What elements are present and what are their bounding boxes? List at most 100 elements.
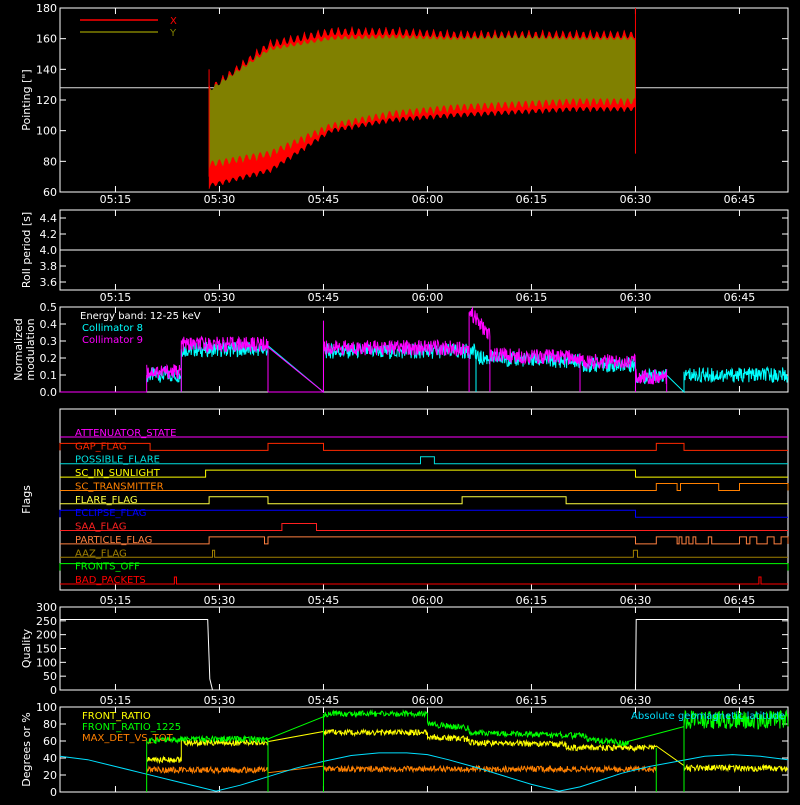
time-tick-label: 05:30 bbox=[204, 291, 236, 304]
y-tick-label: 3.8 bbox=[40, 260, 58, 273]
flag-line-bad-packets bbox=[60, 576, 788, 585]
y-tick-label: 0.1 bbox=[40, 369, 58, 382]
y-tick-label: 0.5 bbox=[40, 301, 58, 314]
y-tick-label: 60 bbox=[43, 735, 57, 748]
flag-line-particle-flag bbox=[60, 536, 789, 545]
legend-front-ratio-1225: FRONT_RATIO_1225 bbox=[82, 722, 181, 733]
time-tick-label: 06:45 bbox=[724, 694, 756, 707]
modulation-ylabel-2: modulation bbox=[24, 318, 37, 380]
time-tick-label: 06:00 bbox=[412, 594, 444, 607]
flag-label-saa-flag: SAA_FLAG bbox=[75, 522, 126, 533]
time-tick-label: 05:15 bbox=[100, 694, 132, 707]
flag-line-saa-flag bbox=[60, 523, 788, 531]
y-tick-label: 3.6 bbox=[40, 276, 58, 289]
time-tick-label: 05:45 bbox=[308, 594, 340, 607]
y-tick-label: 180 bbox=[36, 2, 57, 15]
y-tick-label: 40 bbox=[43, 752, 57, 765]
y-tick-label: 20 bbox=[43, 769, 57, 782]
y-tick-label: 140 bbox=[36, 63, 57, 76]
flag-line-flare-flag bbox=[60, 496, 788, 505]
modulation-series-2 bbox=[146, 307, 668, 394]
y-tick-label: 0.3 bbox=[40, 335, 58, 348]
time-tick-label: 06:15 bbox=[516, 594, 548, 607]
y-tick-label: 100 bbox=[36, 125, 57, 138]
flag-label-eclipse-flag: ECLIPSE_FLAG bbox=[75, 508, 146, 519]
time-tick-label: 06:30 bbox=[620, 594, 652, 607]
y-tick-label: 0 bbox=[50, 684, 57, 697]
time-tick-label: 06:45 bbox=[724, 291, 756, 304]
time-tick-label: 06:00 bbox=[412, 291, 444, 304]
y-tick-label: 300 bbox=[36, 601, 57, 614]
flag-label-particle-flag: PARTICLE_FLAG bbox=[75, 535, 152, 546]
flag-label-fronts-off: FRONTS_OFF bbox=[75, 562, 140, 573]
rhessi-summary-figure: 05:15 05:30 05:45 06:00 06:15 06:30 06:45 60 80 1… bbox=[0, 0, 800, 800]
geo-series-max-det-vs-tot bbox=[146, 764, 657, 775]
time-tick-label: 05:45 bbox=[308, 694, 340, 707]
y-tick-label: 4.2 bbox=[40, 228, 58, 241]
flag-label-aaz-flag: AAZ_FLAG bbox=[75, 548, 127, 559]
legend-label-collimator: Collimator 8 bbox=[82, 323, 143, 334]
time-tick-label: 05:30 bbox=[204, 694, 236, 707]
time-tick-label: 06:30 bbox=[620, 291, 652, 304]
flags-ylabel: Flags bbox=[20, 485, 33, 514]
flag-label-bad-packets: BAD_PACKETS bbox=[75, 575, 146, 586]
time-tick-label: 05:45 bbox=[308, 291, 340, 304]
time-tick-label: 06:15 bbox=[516, 193, 548, 206]
y-tick-label: 160 bbox=[36, 33, 57, 46]
y-tick-label: 250 bbox=[36, 615, 57, 628]
legend-label-y: Y bbox=[169, 28, 177, 39]
y-tick-label: 0.4 bbox=[40, 318, 58, 331]
time-tick-label: 05:15 bbox=[100, 291, 132, 304]
flag-line-sc-transmitter bbox=[60, 483, 789, 491]
flag-line-possible-flare bbox=[60, 456, 788, 465]
y-tick-label: 0.2 bbox=[40, 352, 58, 365]
time-tick-label: 06:15 bbox=[516, 694, 548, 707]
time-tick-label: 06:30 bbox=[620, 694, 652, 707]
quality-series bbox=[60, 619, 788, 691]
y-tick-label: 0 bbox=[50, 786, 57, 799]
time-tick-label: 06:00 bbox=[412, 694, 444, 707]
legend-label-collimator: Collimator 9 bbox=[82, 335, 143, 346]
flag-line-aaz-flag bbox=[60, 549, 788, 558]
flag-line-fronts-off bbox=[59, 563, 789, 571]
flag-line-gap-flag bbox=[59, 442, 788, 451]
time-tick-label: 06:45 bbox=[724, 594, 756, 607]
flag-label-sc-in-sunlight: SC_IN_SUNLIGHT bbox=[75, 468, 161, 479]
y-tick-label: 50 bbox=[43, 670, 57, 683]
flag-label-flare-flag: FLARE_FLAG bbox=[75, 495, 138, 506]
roll-ylabel: Roll period [s] bbox=[20, 212, 33, 288]
legend-front-ratio: FRONT_RATIO bbox=[82, 711, 151, 722]
time-tick-label: 05:15 bbox=[100, 193, 132, 206]
time-tick-label: 06:30 bbox=[620, 193, 652, 206]
flag-line-eclipse-flag bbox=[59, 509, 788, 518]
geo-latitude-annotation: Absolute geomagnetic latitude bbox=[631, 711, 785, 722]
time-tick-label: 06:00 bbox=[412, 193, 444, 206]
y-tick-label: 4.4 bbox=[40, 212, 58, 225]
pointing-ylabel: Pointing ["] bbox=[20, 69, 33, 130]
time-tick-label: 06:15 bbox=[516, 291, 548, 304]
y-tick-label: 100 bbox=[36, 656, 57, 669]
legend-label-x: X bbox=[170, 16, 177, 27]
flag-label-gap-flag: GAP_FLAG bbox=[75, 441, 127, 452]
quality-ylabel: Quality bbox=[20, 628, 33, 668]
flag-label-attenuator-state: ATTENUATOR_STATE bbox=[75, 428, 176, 439]
y-tick-label: 4.0 bbox=[40, 244, 58, 257]
flag-line-sc-in-sunlight bbox=[60, 469, 788, 478]
y-tick-label: 60 bbox=[43, 186, 57, 199]
flag-label-sc-transmitter: SC_TRANSMITTER bbox=[75, 481, 164, 492]
flag-label-possible-flare: POSSIBLE_FLARE bbox=[75, 455, 160, 466]
modulation-energy-band: Energy band: 12-25 keV bbox=[80, 311, 201, 322]
y-tick-label: 200 bbox=[36, 629, 57, 642]
y-tick-label: 150 bbox=[36, 643, 57, 656]
time-tick-label: 06:45 bbox=[724, 193, 756, 206]
legend-max-det: MAX_DET_VS_TOT bbox=[82, 733, 174, 744]
time-tick-label: 05:15 bbox=[100, 594, 132, 607]
y-tick-label: 80 bbox=[43, 718, 57, 731]
y-tick-label: 80 bbox=[43, 155, 57, 168]
y-tick-label: 0.0 bbox=[40, 386, 58, 399]
geomagnetic-ylabel: Degrees or % bbox=[20, 712, 33, 786]
time-tick-label: 05:45 bbox=[308, 193, 340, 206]
time-tick-label: 05:30 bbox=[204, 193, 236, 206]
time-tick-label: 05:30 bbox=[204, 594, 236, 607]
chart-svg: 05:15 05:30 05:45 06:00 06:15 06:30 06:45 60 80 1… bbox=[12, 2, 789, 799]
